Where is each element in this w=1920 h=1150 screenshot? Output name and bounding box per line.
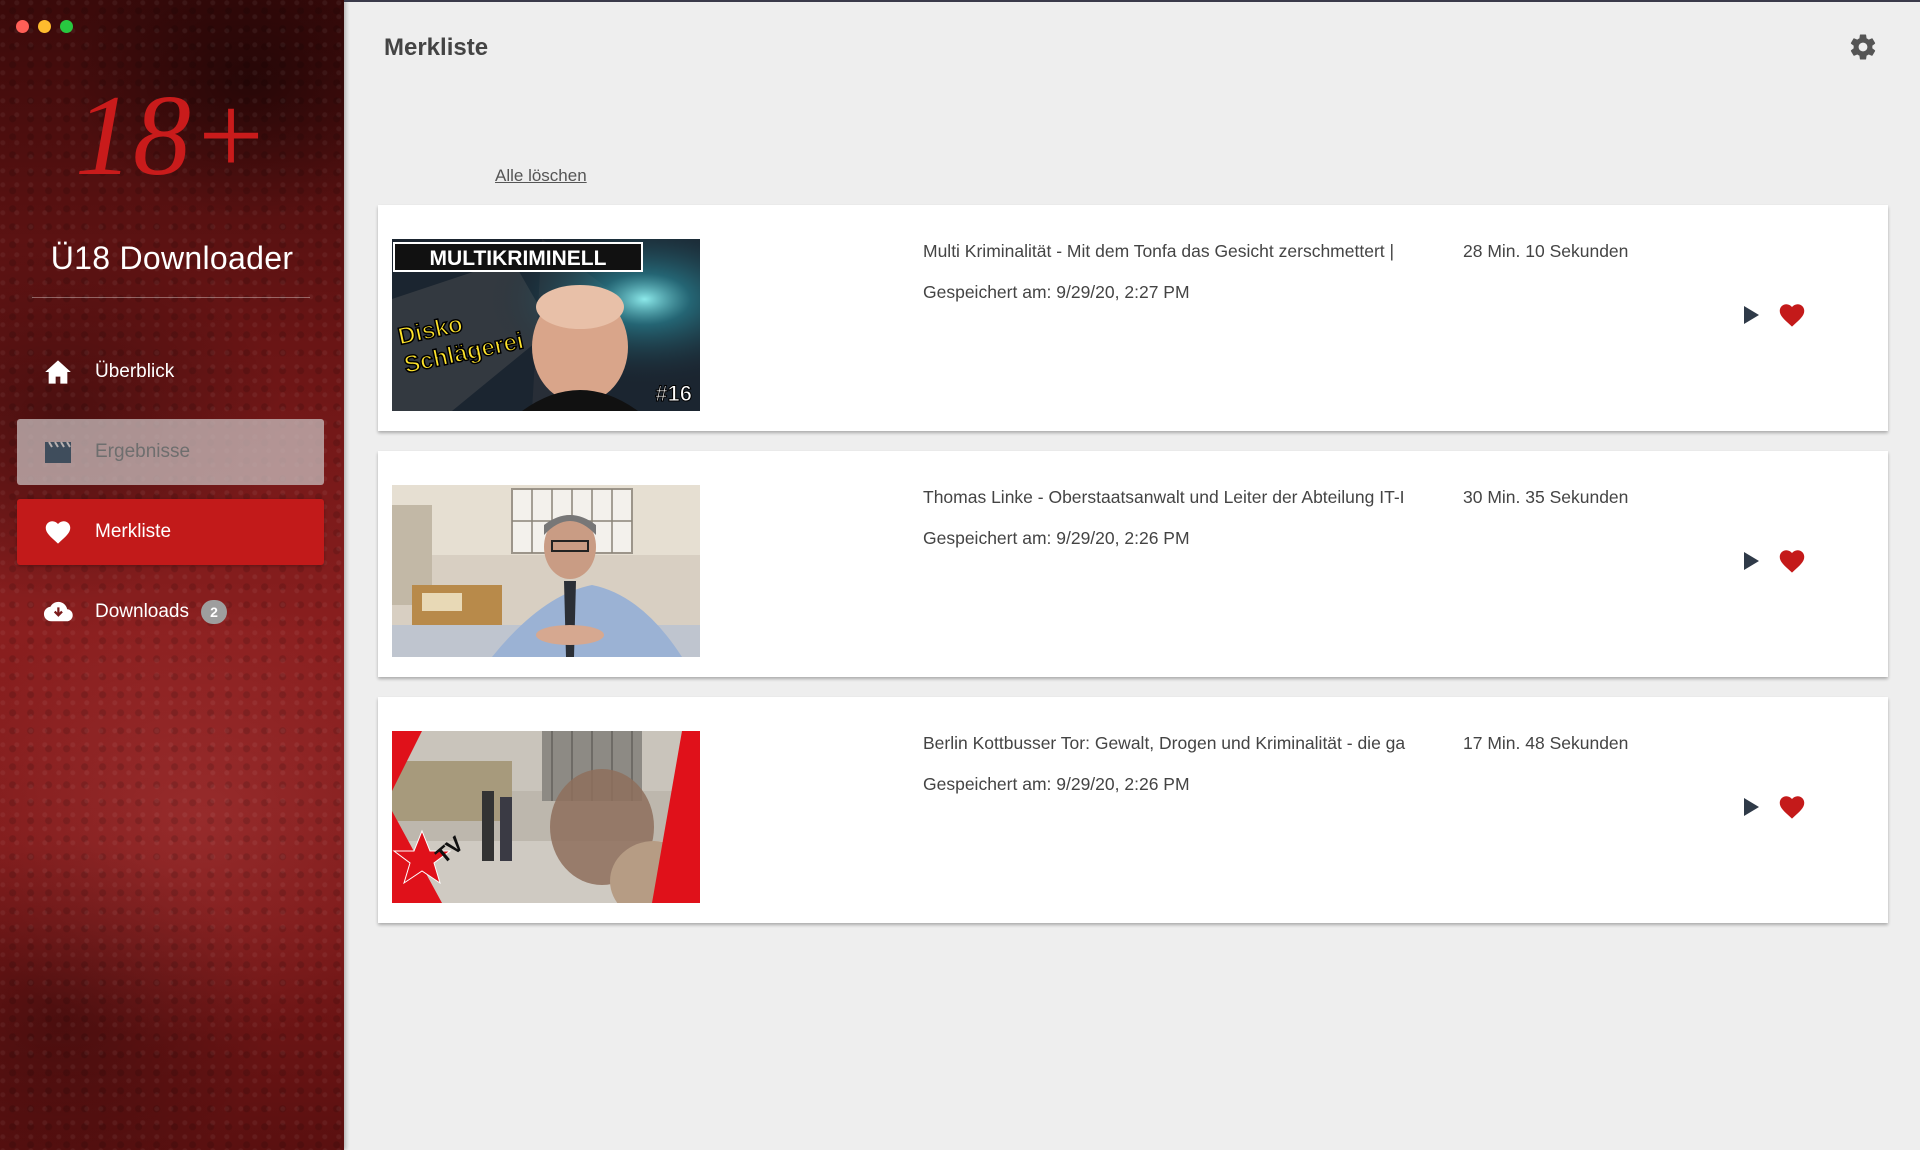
- video-thumbnail[interactable]: MULTIKRIMINELL Disko Schlägerei #16: [392, 239, 700, 411]
- clear-all-link[interactable]: Alle löschen: [495, 166, 587, 186]
- window-close-button[interactable]: [16, 20, 29, 33]
- sidebar-item-ergebnisse[interactable]: Ergebnisse: [17, 419, 324, 485]
- cloud-download-icon: [43, 597, 73, 627]
- sidebar: 18+ Ü18 Downloader Überblick Ergebnisse: [0, 0, 344, 1150]
- home-icon: [43, 357, 73, 387]
- video-duration: 28 Min. 10 Sekunden: [1463, 241, 1629, 261]
- window-zoom-button[interactable]: [60, 20, 73, 33]
- video-duration: 17 Min. 48 Sekunden: [1463, 733, 1629, 753]
- sidebar-nav: Überblick Ergebnisse Merkliste Downloads…: [17, 339, 324, 659]
- svg-text:18+: 18+: [75, 74, 269, 194]
- saved-date: Gespeichert am: 9/29/20, 2:26 PM: [923, 774, 1190, 794]
- remove-from-watchlist-button[interactable]: [1778, 793, 1806, 821]
- sidebar-item-label: Ergebnisse: [95, 441, 191, 462]
- remove-from-watchlist-button[interactable]: [1778, 547, 1806, 575]
- video-duration: 30 Min. 35 Sekunden: [1463, 487, 1629, 507]
- saved-date: Gespeichert am: 9/29/20, 2:26 PM: [923, 528, 1190, 548]
- play-button[interactable]: [1738, 303, 1762, 327]
- video-thumbnail[interactable]: TV: [392, 731, 700, 903]
- play-icon: [1744, 552, 1759, 570]
- heart-icon: [1779, 796, 1805, 819]
- saved-date: Gespeichert am: 9/29/20, 2:27 PM: [923, 282, 1190, 302]
- window-controls: [16, 20, 73, 33]
- remove-from-watchlist-button[interactable]: [1778, 301, 1806, 329]
- sidebar-item-downloads[interactable]: Downloads 2: [17, 579, 324, 645]
- svg-text:#16: #16: [655, 381, 692, 406]
- watchlist-item: TV Berlin Kottbusser Tor: Gewalt, Drogen…: [378, 697, 1888, 923]
- heart-icon: [1779, 550, 1805, 573]
- svg-text:MULTIKRIMINELL: MULTIKRIMINELL: [430, 247, 607, 270]
- app-logo: 18+: [75, 74, 269, 194]
- top-border: [344, 0, 1920, 2]
- heart-icon: [1779, 304, 1805, 327]
- gear-icon: [1850, 34, 1876, 60]
- settings-button[interactable]: [1848, 32, 1878, 62]
- clapperboard-icon: [43, 437, 73, 467]
- play-button[interactable]: [1738, 549, 1762, 573]
- video-title: Berlin Kottbusser Tor: Gewalt, Drogen un…: [923, 733, 1406, 753]
- play-icon: [1744, 306, 1759, 324]
- app-title: Ü18 Downloader: [50, 240, 294, 276]
- sidebar-item-label: Überblick: [95, 361, 175, 382]
- sidebar-divider: [32, 297, 310, 298]
- video-thumbnail[interactable]: [392, 485, 700, 657]
- heart-icon: [43, 517, 73, 547]
- sidebar-item-merkliste[interactable]: Merkliste: [17, 499, 324, 565]
- sidebar-item-ueberblick[interactable]: Überblick: [17, 339, 324, 405]
- video-title: Multi Kriminalität - Mit dem Tonfa das G…: [923, 241, 1395, 261]
- page-title: Merkliste: [384, 34, 489, 61]
- video-title: Thomas Linke - Oberstaatsanwalt und Leit…: [923, 487, 1405, 507]
- downloads-count-badge: 2: [201, 600, 227, 624]
- main-content: Merkliste Alle löschen MULTIKRIMINELL Di…: [344, 0, 1920, 1150]
- watchlist-item: Thomas Linke - Oberstaatsanwalt und Leit…: [378, 451, 1888, 677]
- sidebar-item-label: Merkliste: [95, 521, 172, 542]
- play-button[interactable]: [1738, 795, 1762, 819]
- sidebar-item-label: Downloads: [95, 601, 189, 622]
- watchlist-item: MULTIKRIMINELL Disko Schlägerei #16 Mult…: [378, 205, 1888, 431]
- window-minimize-button[interactable]: [38, 20, 51, 33]
- play-icon: [1744, 798, 1759, 816]
